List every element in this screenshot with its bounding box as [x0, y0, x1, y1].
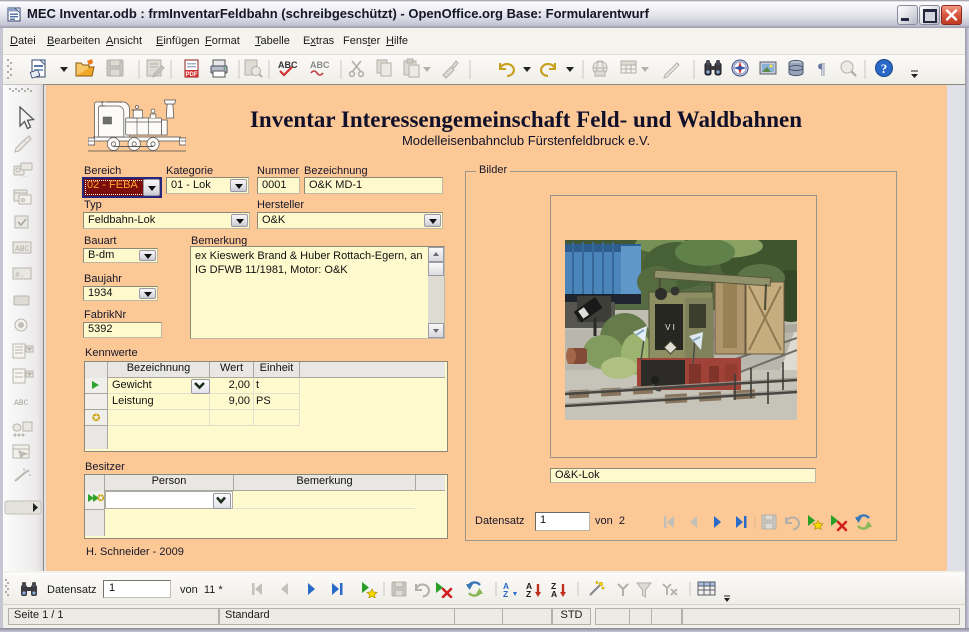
svg-text:ABC: ABC: [14, 399, 29, 408]
svg-text:V I: V I: [665, 323, 675, 332]
svg-text:ABC: ABC: [310, 60, 330, 70]
svg-text:A: A: [551, 589, 557, 598]
svg-text:#.: #.: [15, 271, 25, 280]
svg-text:?: ?: [881, 61, 888, 76]
svg-text:Z: Z: [503, 589, 508, 598]
svg-text:ABC: ABC: [15, 245, 30, 254]
svg-text:¶: ¶: [818, 61, 826, 78]
svg-text:...: ...: [22, 173, 27, 179]
svg-text:ABC: ABC: [278, 60, 298, 70]
svg-text:PDF: PDF: [186, 72, 198, 78]
svg-text:Z: Z: [526, 589, 531, 598]
